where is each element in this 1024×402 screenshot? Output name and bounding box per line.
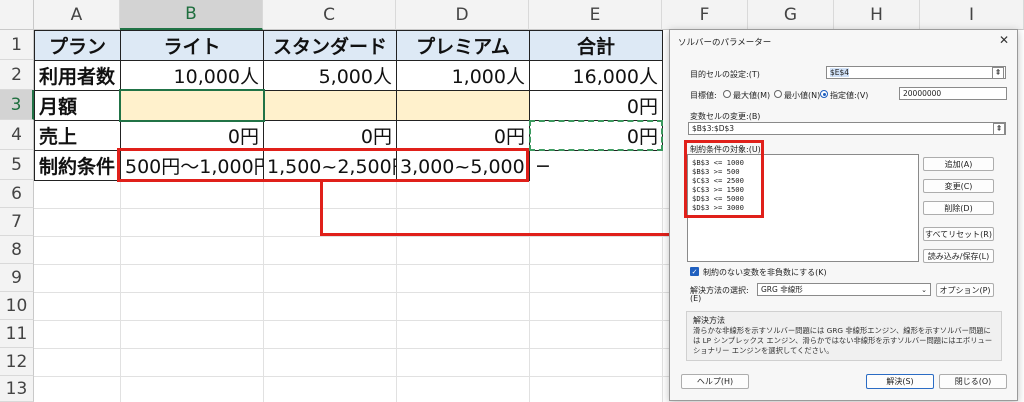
cell-d3[interactable] [396, 90, 530, 121]
column-header-h[interactable]: H [834, 0, 920, 30]
vars-label: 変数セルの変更:(B) [690, 112, 761, 121]
close-icon[interactable]: ✕ [999, 33, 1009, 47]
select-all-corner[interactable] [0, 0, 34, 30]
row-header-13[interactable]: 13 [0, 376, 34, 402]
cell-c1[interactable]: スタンダード [263, 30, 397, 61]
column-header-c[interactable]: C [263, 0, 396, 30]
row-header-12[interactable]: 12 [0, 348, 34, 376]
cell-c3[interactable] [263, 90, 397, 121]
row-header-8[interactable]: 8 [0, 236, 34, 264]
objective-label: 目的セルの設定:(T) [690, 70, 760, 79]
cell-d2[interactable]: 1,000人 [396, 60, 530, 91]
cell-b1[interactable]: ライト [120, 30, 264, 61]
range-select-icon[interactable]: ⇞ [993, 122, 1005, 135]
cell-c4[interactable]: 0円 [263, 120, 397, 151]
row-header-2[interactable]: 2 [0, 60, 34, 90]
close-button[interactable]: 閉じる(O) [939, 374, 1007, 389]
cell-a5[interactable]: 制約条件 [34, 150, 121, 181]
cell-a2[interactable]: 利用者数 [34, 60, 121, 91]
cell-d4[interactable]: 0円 [396, 120, 530, 151]
cell-e3[interactable]: 0円 [529, 90, 663, 121]
cell-e5[interactable]: − [529, 150, 663, 181]
load-save-button[interactable]: 読み込み/保存(L) [923, 249, 994, 263]
objective-value: $E$4 [830, 68, 850, 77]
cell-e1[interactable]: 合計 [529, 30, 663, 61]
gridline [34, 348, 669, 349]
row-header-4[interactable]: 4 [0, 120, 34, 150]
copy-marquee [529, 120, 663, 151]
cell-e2[interactable]: 16,000人 [529, 60, 663, 91]
goal-value-radio[interactable] [820, 90, 828, 98]
goal-max-radio[interactable] [723, 90, 731, 98]
active-cell-border [119, 89, 265, 122]
help-button[interactable]: ヘルプ(H) [681, 374, 749, 389]
column-header-e[interactable]: E [529, 0, 662, 30]
delete-button[interactable]: 削除(D) [923, 201, 994, 215]
goal-label: 目標値: [690, 91, 717, 100]
column-header-d[interactable]: D [396, 0, 529, 30]
row-header-11[interactable]: 11 [0, 320, 34, 348]
cell-a4[interactable]: 売上 [34, 120, 121, 151]
method-key: (E) [690, 294, 702, 303]
method-description-group: 解決方法 滑らかな非線形を示すソルバー問題には GRG 非線形エンジン、線形を示… [686, 311, 1002, 361]
column-header-f[interactable]: F [662, 0, 748, 30]
goal-value-label: 指定値:(V) [830, 91, 869, 100]
goal-min-radio[interactable] [774, 90, 782, 98]
column-header-b[interactable]: B [120, 0, 263, 30]
annotation-connector [320, 233, 726, 236]
column-header-g[interactable]: G [748, 0, 834, 30]
range-select-icon[interactable]: ⇞ [992, 66, 1004, 79]
gridline [34, 208, 669, 209]
annotation-connector [320, 182, 323, 236]
gridline [34, 376, 669, 377]
cell-b4[interactable]: 0円 [120, 120, 264, 151]
method-select[interactable]: GRG 非線形 ⌄ [757, 283, 931, 296]
vars-field[interactable]: $B$3:$D$3 [688, 122, 1006, 135]
goal-value-field[interactable]: 20000000 [899, 87, 1007, 100]
cell-c2[interactable]: 5,000人 [263, 60, 397, 91]
nonneg-label: 制約のない変数を非負数にする(K) [703, 268, 827, 277]
column-header-a[interactable]: A [34, 0, 120, 30]
description-text: 滑らかな非線形を示すソルバー問題には GRG 非線形エンジン、線形を示すソルバー… [693, 326, 993, 355]
goal-max-label: 最大値(M) [733, 91, 771, 100]
row-header-7[interactable]: 7 [0, 208, 34, 236]
cell-a3[interactable]: 月額 [34, 90, 121, 121]
cell-b2[interactable]: 10,000人 [120, 60, 264, 91]
nonneg-checkbox[interactable]: ✓ [690, 267, 699, 276]
method-value: GRG 非線形 [761, 285, 803, 294]
solve-button[interactable]: 解決(S) [866, 374, 934, 389]
row-header-3[interactable]: 3 [0, 90, 34, 120]
description-title: 解決方法 [693, 316, 725, 325]
row-header-10[interactable]: 10 [0, 292, 34, 320]
cell-d1[interactable]: プレミアム [396, 30, 530, 61]
add-button[interactable]: 追加(A) [923, 157, 994, 171]
row-header-1[interactable]: 1 [0, 30, 34, 60]
objective-field[interactable]: $E$4 [826, 66, 1006, 79]
solver-parameters-dialog: ソルバーのパラメーター ✕ 目的セルの設定:(T) $E$4 ⇞ 目標値: 最大… [669, 29, 1018, 401]
constraints-highlight-box [117, 148, 529, 182]
constraints-highlight-box [684, 140, 764, 218]
column-header-i[interactable]: I [920, 0, 1024, 30]
cell-a1[interactable]: プラン [34, 30, 121, 61]
row-header-9[interactable]: 9 [0, 264, 34, 292]
row-header-6[interactable]: 6 [0, 180, 34, 208]
row-header-5[interactable]: 5 [0, 150, 34, 180]
gridline [34, 292, 669, 293]
dialog-title: ソルバーのパラメーター [678, 38, 772, 48]
options-button[interactable]: オプション(P) [936, 283, 994, 297]
gridline [34, 264, 669, 265]
reset-all-button[interactable]: すべてリセット(R) [923, 227, 994, 241]
change-button[interactable]: 変更(C) [923, 179, 994, 193]
gridline [34, 236, 669, 237]
chevron-down-icon: ⌄ [921, 285, 927, 294]
gridline [34, 320, 669, 321]
goal-min-label: 最小値(N) [784, 91, 821, 100]
